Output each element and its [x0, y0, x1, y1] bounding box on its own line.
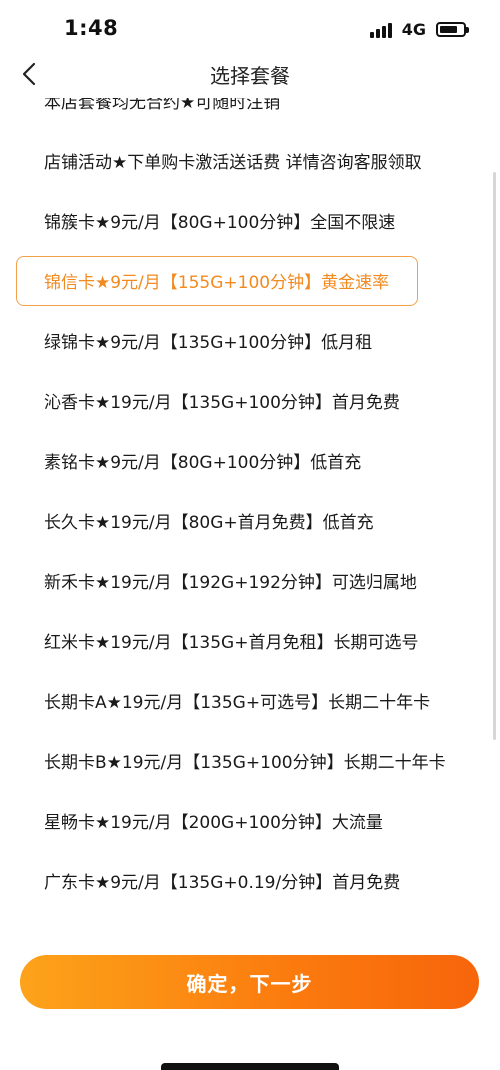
- plan-option[interactable]: 沁香卡★19元/月【135G+100分钟】首月免费: [0, 370, 500, 430]
- confirm-next-button[interactable]: 确定，下一步: [20, 955, 479, 1009]
- plan-label: 红米卡★19元/月【135G+首月免租】长期可选号: [44, 633, 419, 653]
- plan-label: 新禾卡★19元/月【192G+192分钟】可选归属地: [44, 573, 417, 593]
- plan-label: 长期卡B★19元/月【135G+100分钟】长期二十年卡: [44, 753, 446, 773]
- plan-option[interactable]: 新禾卡★19元/月【192G+192分钟】可选归属地: [0, 550, 500, 610]
- battery-icon: [436, 22, 469, 37]
- plan-label: 长久卡★19元/月【80G+首月免费】低首充: [44, 513, 374, 533]
- plan-label: 锦簇卡★9元/月【80G+100分钟】全国不限速: [44, 213, 396, 233]
- plan-option[interactable]: 店铺活动★下单购卡激活送话费 详情咨询客服领取: [0, 130, 500, 190]
- plan-label: 星畅卡★19元/月【200G+100分钟】大流量: [44, 813, 383, 833]
- signal-icon: [369, 22, 392, 38]
- plan-option[interactable]: 绿锦卡★9元/月【135G+100分钟】低月租: [0, 310, 500, 370]
- plan-option[interactable]: 星畅卡★19元/月【200G+100分钟】大流量: [0, 790, 500, 850]
- plan-option[interactable]: 长久卡★19元/月【80G+首月免费】低首充: [0, 490, 500, 550]
- network-type: 4G: [401, 20, 426, 39]
- plan-option[interactable]: 素铭卡★9元/月【80G+100分钟】低首充: [0, 430, 500, 490]
- plan-label: 锦信卡★9元/月【155G+100分钟】黄金速率: [44, 273, 390, 293]
- status-time: 1:48: [64, 16, 119, 40]
- plan-option-selected[interactable]: 锦信卡★9元/月【155G+100分钟】黄金速率: [0, 250, 500, 310]
- plan-label: 店铺活动★下单购卡激活送话费 详情咨询客服领取: [44, 153, 422, 173]
- home-indicator: [161, 1063, 339, 1070]
- scrollbar[interactable]: [493, 172, 496, 740]
- plan-option[interactable]: 本店套餐均无合约★可随时注销: [0, 98, 500, 130]
- plan-option[interactable]: 锦簇卡★9元/月【80G+100分钟】全国不限速: [0, 190, 500, 250]
- page-title: 选择套餐: [210, 64, 290, 88]
- plan-option[interactable]: 长期卡B★19元/月【135G+100分钟】长期二十年卡: [0, 730, 500, 790]
- plan-label: 沁香卡★19元/月【135G+100分钟】首月免费: [44, 393, 400, 413]
- plan-label: 广东卡★9元/月【135G+0.19/分钟】首月免费: [44, 873, 401, 893]
- plan-label: 长期卡A★19元/月【135G+可选号】长期二十年卡: [44, 693, 431, 713]
- plan-option[interactable]: 红米卡★19元/月【135G+首月免租】长期可选号: [0, 610, 500, 670]
- plan-label: 素铭卡★9元/月【80G+100分钟】低首充: [44, 453, 362, 473]
- status-icons: 4G: [369, 20, 469, 39]
- plan-label: 绿锦卡★9元/月【135G+100分钟】低月租: [44, 333, 373, 353]
- plan-option[interactable]: 广东卡★9元/月【135G+0.19/分钟】首月免费: [0, 850, 500, 910]
- plan-option[interactable]: 长期卡A★19元/月【135G+可选号】长期二十年卡: [0, 670, 500, 730]
- nav-bar: 选择套餐: [0, 50, 500, 98]
- plan-list-viewport[interactable]: 本店套餐均无合约★可随时注销店铺活动★下单购卡激活送话费 详情咨询客服领取 锦簇卡…: [0, 98, 500, 934]
- plan-label: 本店套餐均无合约★可随时注销: [44, 98, 281, 113]
- plan-list: 本店套餐均无合约★可随时注销店铺活动★下单购卡激活送话费 详情咨询客服领取 锦簇卡…: [0, 98, 500, 910]
